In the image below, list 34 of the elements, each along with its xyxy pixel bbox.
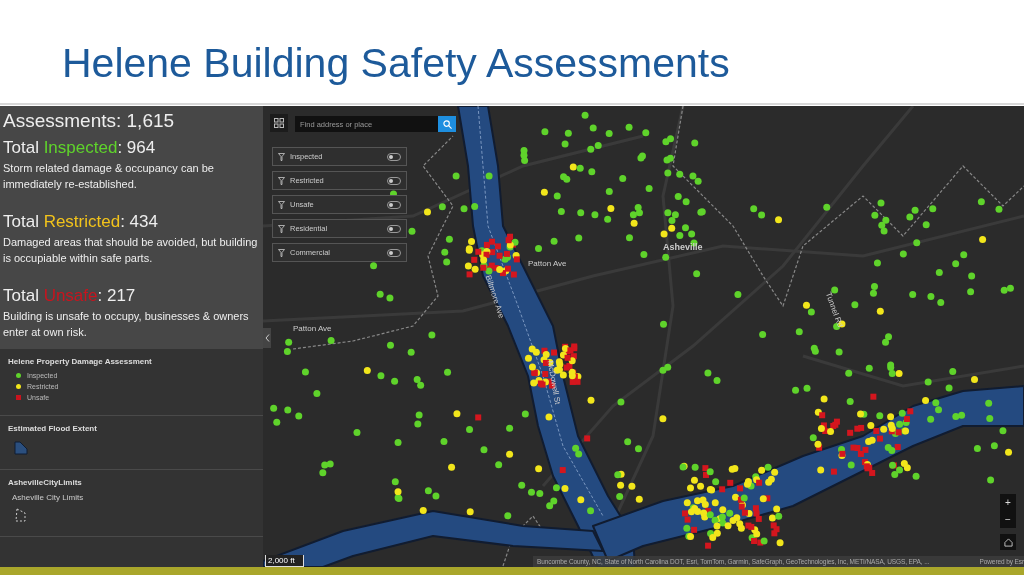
search-button[interactable]	[438, 116, 456, 132]
status-total: Total Unsafe: 217	[3, 286, 137, 306]
road-label: Biltmore Ave	[483, 274, 507, 320]
chevron-left-icon	[264, 334, 270, 342]
status-total: Total Restricted: 434	[3, 212, 159, 232]
search-icon	[442, 119, 452, 129]
legend-title: AshevilleCityLimits	[8, 478, 83, 487]
legend-label: Asheville City Limits	[12, 493, 85, 502]
status-total: Total Inspected: 964	[3, 138, 157, 158]
assessments-total: Assessments: 1,615	[3, 110, 176, 132]
dashed-outline-icon	[14, 508, 28, 522]
city-label: Asheville	[663, 242, 703, 252]
status-description: Storm related damage & occupancy can be immediately re-established.	[3, 161, 215, 192]
filter-icon	[278, 248, 285, 257]
home-icon	[1003, 537, 1013, 547]
slide-title: Helene Building Safety Assessments	[62, 40, 730, 87]
grid-icon	[274, 118, 284, 128]
road-label: McDowell St	[545, 359, 563, 406]
status-description: Building is unsafe to occupy, businesses & owners enter at own risk.	[3, 309, 250, 340]
road-label: Tunnel Rd	[823, 290, 845, 329]
filter-icon	[278, 224, 285, 233]
flood-polygon-icon	[14, 441, 28, 455]
status-description: Damaged areas that should be avoided, but building is occupiable within safe parts.	[3, 235, 259, 266]
scale-bar: 2,000 ft	[265, 555, 304, 567]
collapse-panel-button[interactable]	[263, 328, 271, 348]
road-label: Patton Ave	[293, 324, 332, 333]
home-button[interactable]	[1000, 534, 1016, 550]
legend-title: Estimated Flood Extent	[8, 424, 98, 433]
road-label: Patton Ave	[528, 259, 567, 268]
legend-title: Helene Property Damage Assessment	[8, 357, 153, 366]
widget-menu-button[interactable]	[270, 114, 288, 132]
filter-icon	[278, 176, 285, 185]
filter-icon	[278, 200, 285, 209]
filter-icon	[278, 152, 285, 161]
